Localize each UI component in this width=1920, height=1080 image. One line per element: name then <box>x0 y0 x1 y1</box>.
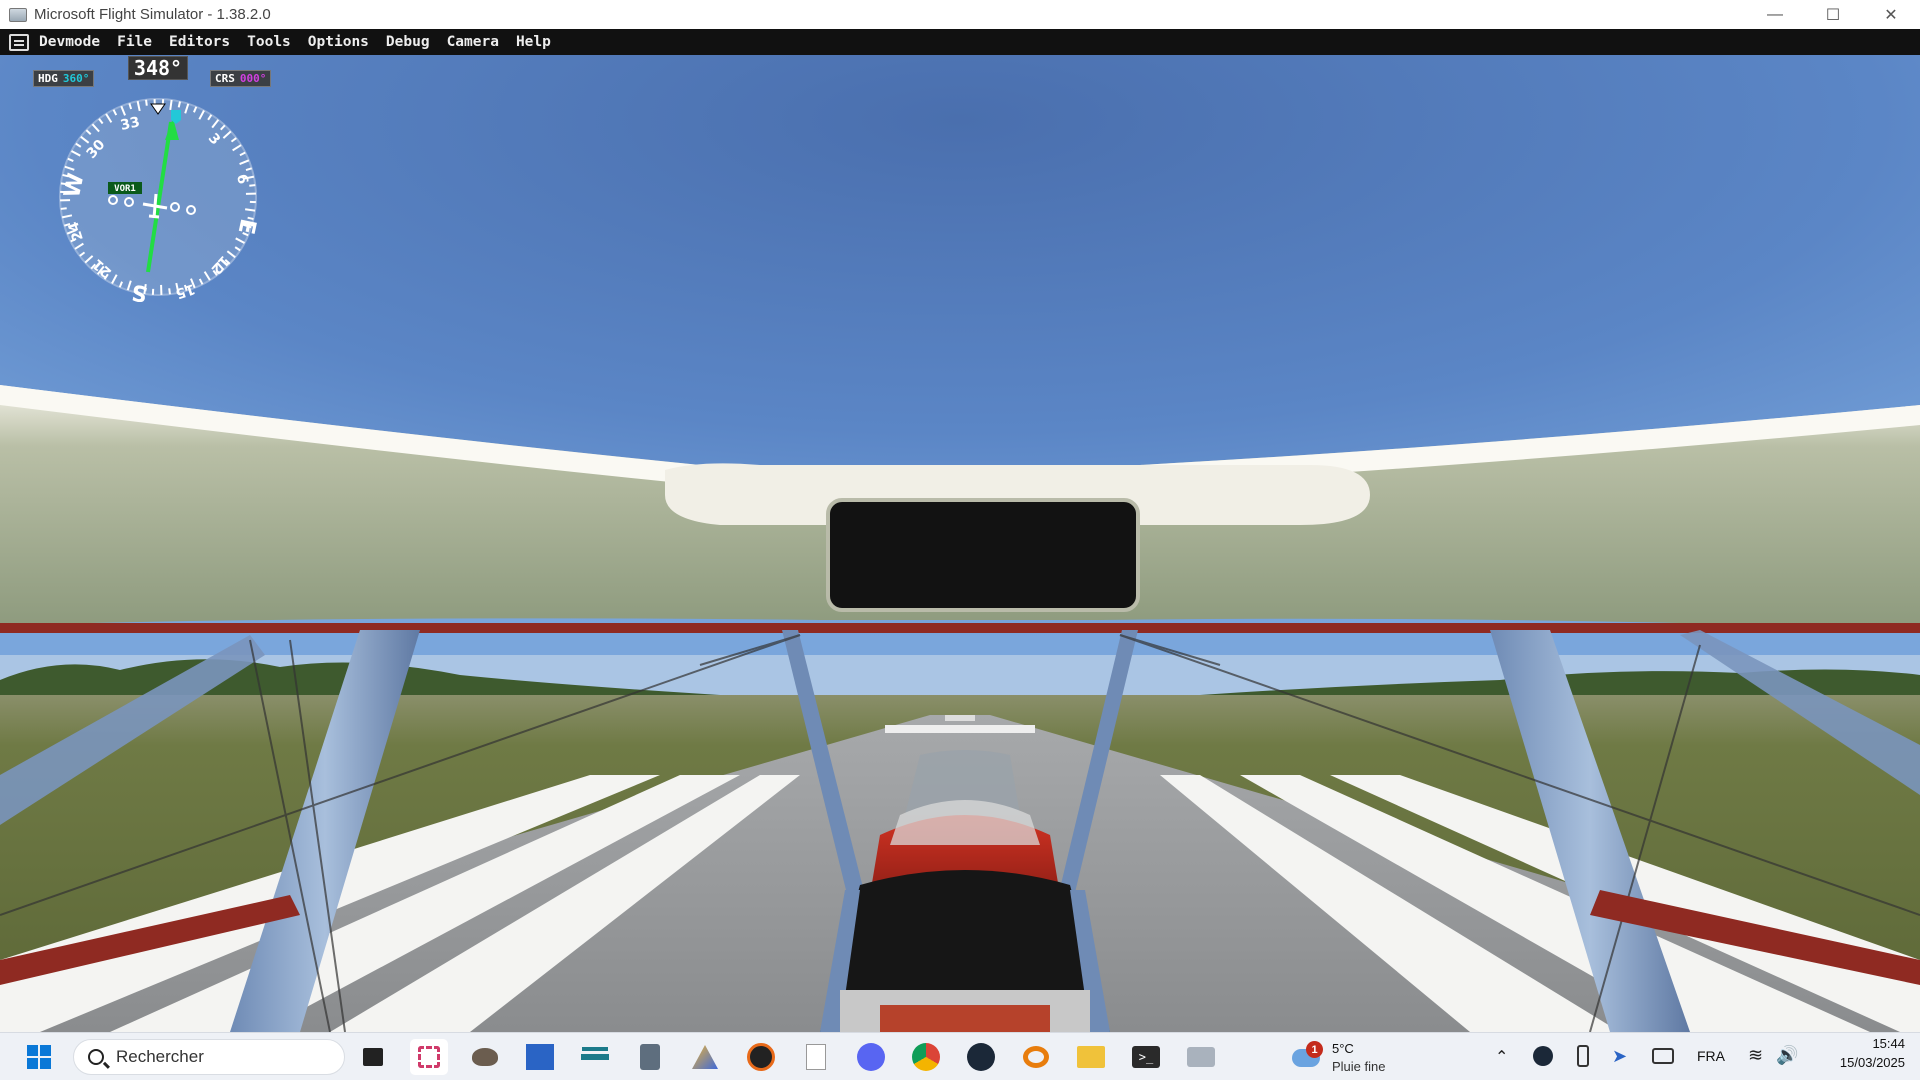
dev-tools-icon[interactable] <box>1182 1039 1220 1075</box>
devmode-icon[interactable] <box>9 33 29 51</box>
clock-time: 15:44 <box>1872 1036 1905 1051</box>
window-controls: — ☐ ✕ <box>1746 0 1920 29</box>
devmode-menu-bar: Devmode File Editors Tools Options Debug… <box>0 29 1920 55</box>
compass-hud: HDG 360° CRS 000° 348° 33 3 6 E 12 15 S … <box>30 56 290 302</box>
terminal-icon[interactable]: >_ <box>1127 1039 1165 1075</box>
minimize-icon[interactable]: — <box>1746 0 1804 29</box>
menu-tools[interactable]: Tools <box>247 34 291 50</box>
taskbar-search[interactable]: Rechercher <box>73 1039 345 1075</box>
task-view-icon[interactable] <box>354 1039 392 1075</box>
menu-debug[interactable]: Debug <box>386 34 430 50</box>
snipping-tool-icon[interactable] <box>410 1039 448 1075</box>
search-placeholder: Rechercher <box>116 1047 204 1066</box>
clock[interactable]: 15:44 15/03/2025 <box>1815 1036 1905 1070</box>
gimp-icon[interactable] <box>466 1039 504 1075</box>
start-button[interactable] <box>20 1039 58 1075</box>
weather-badge: 1 <box>1306 1041 1323 1058</box>
compass-tick <box>245 208 256 212</box>
menu-devmode[interactable]: Devmode <box>39 34 100 50</box>
office-icon[interactable] <box>686 1039 724 1075</box>
flight-simulator-icon[interactable] <box>576 1039 614 1075</box>
compass-tick <box>145 99 148 106</box>
language-indicator[interactable]: FRA <box>1697 1048 1725 1064</box>
close-icon[interactable]: ✕ <box>1862 0 1920 29</box>
weather-desc: Pluie fine <box>1332 1059 1386 1074</box>
volume-icon[interactable]: 🔊 <box>1776 1045 1798 1066</box>
blender-icon[interactable] <box>1017 1039 1055 1075</box>
window-title: Microsoft Flight Simulator - 1.38.2.0 <box>34 6 271 23</box>
heading-readout: 348° <box>128 56 188 80</box>
compass-tick <box>168 288 171 295</box>
discord-icon[interactable] <box>852 1039 890 1075</box>
menu-file[interactable]: File <box>117 34 152 50</box>
clock-date: 15/03/2025 <box>1839 1055 1905 1070</box>
windows-taskbar: Rechercher >_ 1 5°C Pluie fine ⌃ ➤ FRA ≋… <box>0 1032 1920 1080</box>
notepad-icon[interactable] <box>797 1039 835 1075</box>
usb-device-icon[interactable] <box>1577 1045 1589 1067</box>
visual-studio-icon[interactable] <box>521 1039 559 1075</box>
obs-icon[interactable] <box>742 1039 780 1075</box>
windows-logo-icon <box>27 1045 51 1069</box>
compass-tick <box>249 184 256 187</box>
chrome-icon[interactable] <box>907 1039 945 1075</box>
vor1-label: VOR1 <box>114 184 136 194</box>
menu-options[interactable]: Options <box>308 34 369 50</box>
app-icon <box>9 7 27 22</box>
steam-tray-icon[interactable] <box>1533 1046 1553 1066</box>
chevron-up-icon[interactable]: ⌃ <box>1495 1047 1508 1067</box>
calculator-icon[interactable] <box>631 1039 669 1075</box>
maximize-icon[interactable]: ☐ <box>1804 0 1862 29</box>
menu-camera[interactable]: Camera <box>447 34 499 50</box>
compass-tick <box>60 207 67 210</box>
menu-help[interactable]: Help <box>516 34 551 50</box>
steam-icon[interactable] <box>962 1039 1000 1075</box>
title-bar: Microsoft Flight Simulator - 1.38.2.0 — … <box>0 0 1920 29</box>
weather-widget[interactable]: 1 5°C Pluie fine <box>1290 1041 1430 1075</box>
weather-temp: 5°C <box>1332 1041 1354 1056</box>
menu-editors[interactable]: Editors <box>169 34 230 50</box>
compass-tick <box>169 99 173 110</box>
compass-tick <box>177 101 182 108</box>
wifi-icon[interactable]: ≋ <box>1748 1045 1763 1066</box>
file-explorer-icon[interactable] <box>1072 1039 1110 1075</box>
location-icon[interactable]: ➤ <box>1612 1046 1627 1067</box>
compass-rose: 33 3 6 E 12 15 S 21 24 W 30 VOR1 <box>59 98 260 302</box>
search-icon <box>88 1049 104 1065</box>
compass-label-w: W <box>60 171 90 200</box>
keyboard-icon[interactable] <box>1652 1048 1674 1064</box>
